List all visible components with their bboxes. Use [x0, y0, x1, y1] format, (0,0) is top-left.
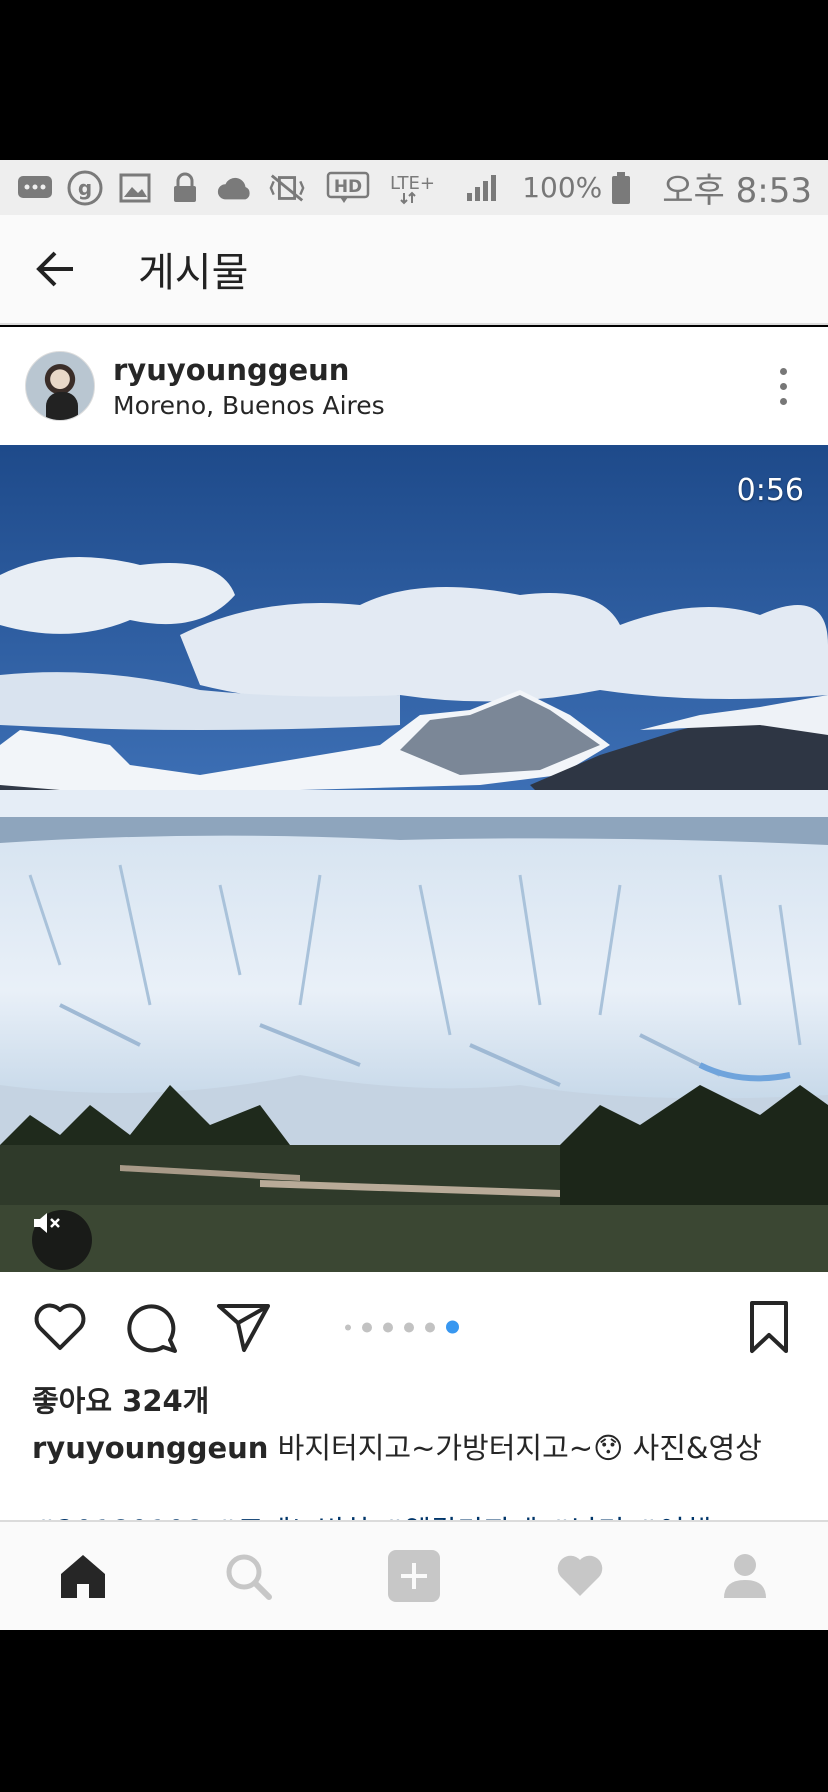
- post-caption: ryuyounggeun 바지터지고~가방터지고~😯 사진&영상: [32, 1425, 762, 1467]
- bookmark-icon: [750, 1301, 788, 1353]
- comment-button[interactable]: [122, 1297, 182, 1357]
- top-black-bar: [0, 0, 828, 160]
- add-icon: [387, 1550, 440, 1602]
- caption-text: 바지터지고~가방터지고~😯 사진&영상: [277, 1431, 762, 1465]
- more-dot-icon: [779, 367, 787, 375]
- mute-button[interactable]: [32, 1210, 92, 1270]
- speaker-muted-icon: [34, 1213, 60, 1233]
- like-count[interactable]: 좋아요 324개: [32, 1378, 209, 1420]
- app-bar: 게시물: [0, 215, 828, 325]
- nav-profile[interactable]: [705, 1536, 785, 1616]
- lock-icon: [166, 171, 204, 205]
- carousel-dot: [362, 1322, 372, 1332]
- svg-text:HD: HD: [334, 177, 362, 197]
- post-actions: [0, 1272, 828, 1382]
- bottom-nav: [0, 1520, 828, 1630]
- share-button[interactable]: [214, 1297, 274, 1357]
- battery-percent: 100%: [522, 171, 603, 204]
- profile-icon: [724, 1554, 767, 1598]
- comment-icon: [127, 1304, 177, 1353]
- more-dot-icon: [779, 382, 787, 390]
- heart-icon: [557, 1555, 602, 1596]
- post-header: ryuyounggeun Moreno, Buenos Aires: [0, 327, 828, 445]
- glacier-scene: [0, 445, 828, 1272]
- heart-outline-icon: [34, 1303, 86, 1350]
- carousel-indicator: [345, 1320, 459, 1334]
- search-icon: [226, 1554, 273, 1600]
- lte-icon: LTE+: [390, 171, 444, 205]
- nav-add[interactable]: [374, 1536, 454, 1616]
- nav-search[interactable]: [208, 1536, 288, 1616]
- carousel-dot: [383, 1322, 393, 1332]
- status-bar: g HD LTE+ 100% 오후 8:53: [0, 160, 828, 215]
- bottom-black-bar: [0, 1630, 828, 1792]
- video-duration: 0:56: [736, 473, 804, 508]
- battery-icon: [610, 171, 632, 205]
- post-username[interactable]: ryuyounggeun: [113, 353, 385, 387]
- more-options-button[interactable]: [763, 356, 803, 416]
- back-button[interactable]: [0, 214, 110, 324]
- image-icon: [116, 171, 154, 205]
- caption-username[interactable]: ryuyounggeun: [32, 1431, 268, 1465]
- clock: 오후 8:53: [662, 171, 812, 211]
- user-block: ryuyounggeun Moreno, Buenos Aires: [113, 353, 385, 420]
- carousel-dot: [345, 1324, 351, 1330]
- vibrate-icon: [268, 171, 306, 205]
- more-dot-icon: [779, 397, 787, 405]
- back-arrow-icon: [36, 251, 73, 287]
- home-icon: [60, 1555, 105, 1598]
- avatar[interactable]: [25, 351, 95, 421]
- message-icon: [16, 171, 54, 205]
- nav-activity[interactable]: [540, 1536, 620, 1616]
- svg-text:g: g: [78, 176, 92, 200]
- send-icon: [217, 1304, 270, 1352]
- hd-icon: HD: [326, 171, 370, 205]
- g-icon: g: [66, 170, 104, 205]
- save-button[interactable]: [746, 1299, 792, 1355]
- carousel-dot: [404, 1322, 414, 1332]
- carousel-dot: [425, 1322, 435, 1332]
- cloud-icon: [216, 171, 254, 205]
- page-title: 게시물: [138, 250, 249, 296]
- post-video[interactable]: 0:56: [0, 445, 828, 1272]
- carousel-dot-active: [446, 1320, 459, 1334]
- signal-icon: [464, 171, 502, 205]
- nav-home[interactable]: [43, 1536, 123, 1616]
- post-location[interactable]: Moreno, Buenos Aires: [113, 391, 385, 420]
- like-button[interactable]: [30, 1297, 90, 1357]
- svg-text:LTE+: LTE+: [390, 173, 435, 194]
